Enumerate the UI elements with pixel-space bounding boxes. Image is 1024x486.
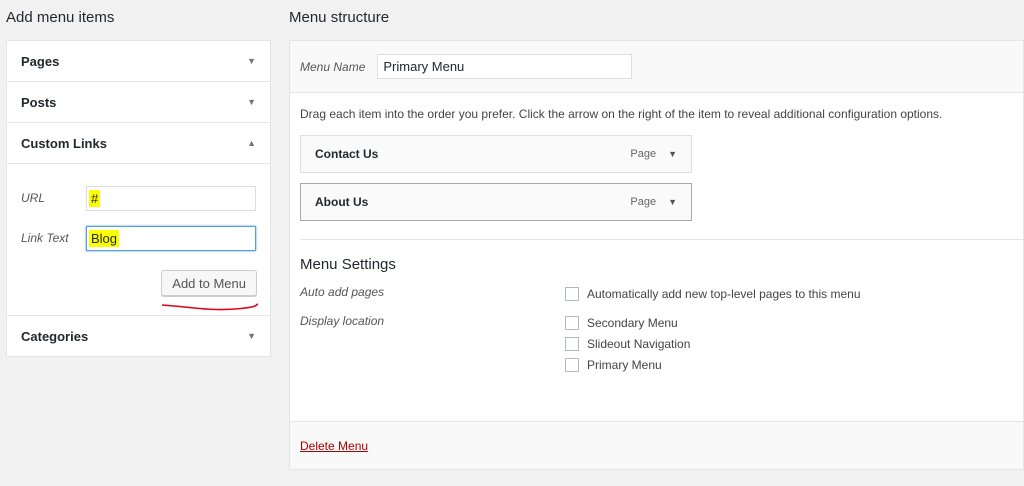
- accordion-pages-header[interactable]: Pages ▼: [7, 41, 270, 81]
- menu-item-meta: Page ▼: [630, 196, 677, 208]
- delete-menu-link[interactable]: Delete Menu: [300, 439, 368, 453]
- menu-structure-title: Menu structure: [289, 9, 390, 26]
- accordion-custom-links: Custom Links ▲ URL # Link Text Blog Add …: [7, 123, 270, 316]
- location-label: Primary Menu: [587, 357, 662, 372]
- accordion-pages: Pages ▼: [7, 41, 270, 82]
- menu-item-type: Page: [630, 196, 657, 208]
- menu-structure-column: Menu structure Menu Name Drag each item …: [289, 0, 1024, 470]
- link-text-value-highlight: Blog: [89, 229, 120, 247]
- caret-up-icon: ▲: [247, 138, 256, 148]
- accordion-pages-label: Pages: [21, 53, 60, 69]
- accordion-categories-label: Categories: [21, 328, 89, 344]
- menu-editor: Menu Name Drag each item into the order …: [289, 40, 1024, 470]
- auto-add-label: Auto add pages: [300, 285, 385, 299]
- caret-down-icon[interactable]: ▼: [668, 197, 677, 207]
- location-label: Secondary Menu: [587, 315, 678, 330]
- menu-item-contact-us[interactable]: Contact Us Page ▼: [300, 135, 692, 173]
- caret-down-icon: ▼: [247, 331, 256, 341]
- add-menu-items-column: Add menu items Pages ▼ Posts ▼ Custom Li…: [6, 0, 271, 357]
- accordion-posts: Posts ▼: [7, 82, 270, 123]
- menu-item-about-us[interactable]: About Us Page ▼: [300, 183, 692, 221]
- auto-add-row: Auto add pages Automatically add new top…: [300, 283, 1013, 304]
- menu-name-label: Menu Name: [300, 59, 366, 74]
- primary-menu-checkbox[interactable]: [565, 357, 579, 372]
- menu-item-type: Page: [630, 148, 657, 160]
- url-label: URL: [21, 191, 46, 205]
- accordion-custom-links-label: Custom Links: [21, 135, 107, 151]
- location-secondary-menu[interactable]: Secondary Menu: [565, 312, 690, 333]
- red-underline-annotation: [161, 303, 259, 311]
- caret-down-icon: ▼: [247, 56, 256, 66]
- display-location-label: Display location: [300, 314, 385, 328]
- caret-down-icon[interactable]: ▼: [668, 149, 677, 159]
- link-text-input-wrap: Blog: [86, 225, 256, 251]
- drag-instructions: Drag each item into the order you prefer…: [300, 107, 943, 121]
- url-input-wrap: #: [86, 185, 256, 211]
- menu-item-meta: Page ▼: [630, 148, 677, 160]
- url-input[interactable]: [86, 185, 256, 211]
- display-location-row: Display location Secondary Menu Slideout…: [300, 312, 1013, 375]
- link-text-row: Link Text Blog: [21, 218, 256, 258]
- menu-settings: Menu Settings Auto add pages Automatical…: [290, 240, 1023, 375]
- accordion-posts-header[interactable]: Posts ▼: [7, 82, 270, 122]
- secondary-menu-checkbox[interactable]: [565, 315, 579, 330]
- location-slideout-navigation[interactable]: Slideout Navigation: [565, 333, 690, 354]
- add-menu-items-title: Add menu items: [6, 9, 115, 26]
- menu-items-accordion: Pages ▼ Posts ▼ Custom Links ▲ URL # Lin…: [6, 40, 271, 357]
- url-value-highlight: #: [89, 189, 101, 207]
- auto-add-option-label: Automatically add new top-level pages to…: [587, 286, 861, 301]
- url-row: URL #: [21, 178, 256, 218]
- menu-name-input[interactable]: [377, 54, 633, 79]
- slideout-navigation-checkbox[interactable]: [565, 336, 579, 351]
- add-to-menu-button[interactable]: Add to Menu: [161, 270, 257, 296]
- menu-item-title: Contact Us: [315, 147, 379, 161]
- location-label: Slideout Navigation: [587, 336, 691, 351]
- auto-add-checkbox[interactable]: [565, 286, 579, 301]
- caret-down-icon: ▼: [247, 97, 256, 107]
- accordion-posts-label: Posts: [21, 94, 57, 110]
- accordion-categories: Categories ▼: [7, 316, 270, 356]
- menu-name-bar: Menu Name: [290, 41, 1023, 93]
- accordion-categories-header[interactable]: Categories ▼: [7, 316, 270, 356]
- accordion-custom-links-header[interactable]: Custom Links ▲: [7, 123, 270, 163]
- auto-add-option[interactable]: Automatically add new top-level pages to…: [565, 283, 861, 304]
- menu-settings-heading: Menu Settings: [300, 256, 396, 273]
- menu-item-title: About Us: [315, 195, 369, 209]
- link-text-label: Link Text: [21, 231, 69, 245]
- menu-footer: Delete Menu: [290, 421, 1023, 469]
- custom-links-panel: URL # Link Text Blog Add to Menu: [7, 163, 270, 315]
- location-primary-menu[interactable]: Primary Menu: [565, 354, 690, 375]
